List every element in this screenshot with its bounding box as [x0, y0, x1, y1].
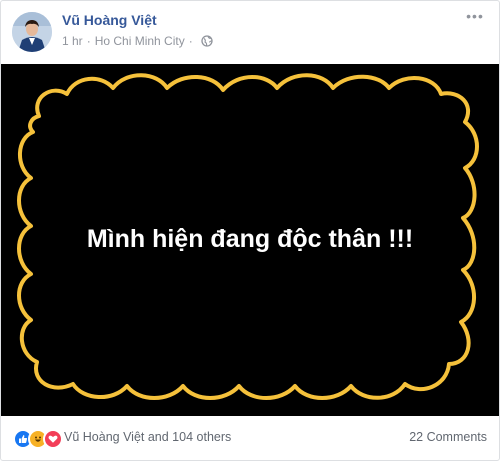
reaction-icons[interactable]: [13, 429, 63, 449]
meta-separator: ·: [188, 34, 193, 48]
post-location[interactable]: Ho Chi Minh City: [95, 34, 185, 48]
meta-separator: ·: [86, 34, 91, 48]
facebook-post: Vũ Hoàng Việt 1 hr · Ho Chi Minh City · …: [0, 0, 500, 461]
post-photo[interactable]: Mình hiện đang độc thân !!!: [1, 64, 499, 416]
post-header: Vũ Hoàng Việt 1 hr · Ho Chi Minh City · …: [1, 1, 499, 63]
avatar-photo-icon: [12, 12, 52, 52]
comments-count[interactable]: 22 Comments: [409, 430, 487, 444]
love-icon: [43, 429, 63, 449]
author-name[interactable]: Vũ Hoàng Việt: [62, 12, 157, 28]
more-options-icon[interactable]: •••: [465, 9, 485, 25]
post-meta: 1 hr · Ho Chi Minh City ·: [62, 34, 213, 48]
reactions-summary[interactable]: Vũ Hoàng Việt and 104 others: [64, 430, 231, 444]
photo-caption: Mình hiện đang độc thân !!!: [86, 225, 414, 253]
author-avatar[interactable]: [12, 12, 52, 52]
globe-icon[interactable]: [201, 35, 213, 47]
post-time[interactable]: 1 hr: [62, 34, 83, 48]
post-footer: Vũ Hoàng Việt and 104 others 22 Comments: [1, 417, 499, 460]
